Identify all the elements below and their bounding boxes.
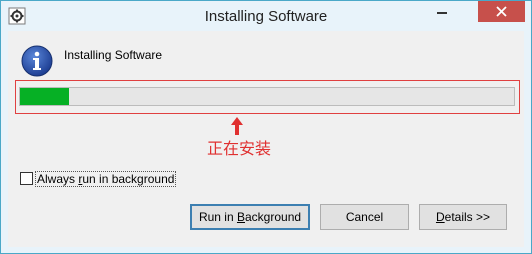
title-bar[interactable]: Installing Software — [1, 1, 531, 31]
button-label-part: ackground — [245, 210, 302, 224]
dialog-body: Installing Software 正在安装 Always run in b… — [8, 31, 524, 247]
button-label-part: Run in — [198, 210, 237, 224]
button-label-part: etails >> — [444, 210, 491, 224]
progress-bar-fill — [20, 88, 69, 105]
details-button[interactable]: Details >> — [419, 204, 507, 230]
always-background-label[interactable]: Always run in background — [35, 171, 177, 187]
info-icon — [21, 45, 53, 77]
close-button[interactable] — [478, 1, 525, 22]
minimize-icon — [437, 12, 447, 14]
dialog-heading: Installing Software — [64, 48, 163, 62]
cancel-button[interactable]: Cancel — [320, 204, 409, 230]
annotation-text: 正在安装 — [206, 139, 271, 158]
close-icon — [496, 6, 507, 17]
button-mnemonic: D — [435, 210, 445, 224]
run-in-background-button[interactable]: Run in Background — [190, 204, 310, 230]
minimize-button[interactable] — [428, 2, 456, 22]
label-part: Always — [37, 172, 79, 186]
progress-bar — [19, 87, 515, 106]
installer-window: Installing Software Installing Software … — [0, 0, 532, 254]
button-mnemonic: B — [236, 210, 245, 224]
always-background-checkbox[interactable] — [20, 172, 33, 185]
label-part: un in background — [82, 172, 175, 186]
annotation-arrow-icon — [231, 117, 243, 135]
